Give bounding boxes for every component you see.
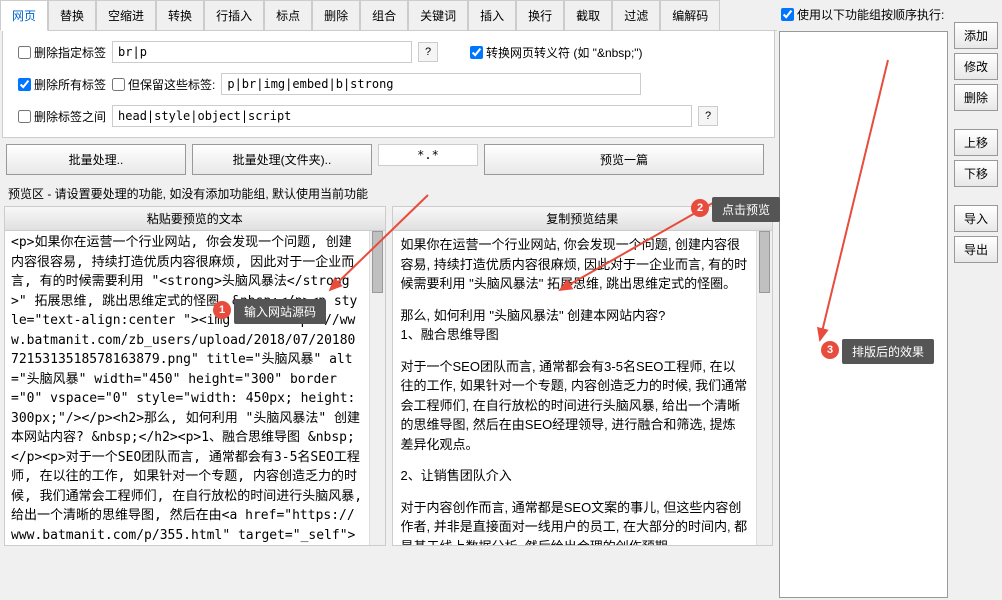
- convert-escape-option[interactable]: 转换网页转义符 (如 "&nbsp;"): [470, 44, 643, 61]
- use-function-groups-checkbox[interactable]: [781, 8, 794, 21]
- preview-one-button[interactable]: 预览一篇: [484, 144, 764, 175]
- function-group-listbox[interactable]: [779, 31, 948, 598]
- tab-line-insert[interactable]: 行插入: [204, 0, 264, 30]
- tab-encode[interactable]: 编解码: [660, 0, 720, 30]
- batch-process-button[interactable]: 批量处理..: [6, 144, 186, 175]
- tab-filter[interactable]: 过滤: [612, 0, 660, 30]
- source-pane-header: 粘贴要预览的文本: [5, 207, 385, 231]
- preview-panes: 粘贴要预览的文本 <p>如果你在运营一个行业网站, 你会发现一个问题, 创建内容…: [0, 206, 777, 546]
- keep-tags-option[interactable]: 但保留这些标签:: [112, 76, 215, 93]
- delete-all-tags-option[interactable]: 删除所有标签: [18, 76, 106, 93]
- use-function-groups-option[interactable]: 使用以下功能组按顺序执行:: [777, 0, 950, 29]
- delete-all-tags-label: 删除所有标签: [34, 76, 106, 93]
- add-button[interactable]: 添加: [954, 22, 998, 49]
- delete-specific-tags-option[interactable]: 删除指定标签: [18, 44, 106, 61]
- result-paragraph: 对于一个SEO团队而言, 通常都会有3-5名SEO工程师, 在以往的工作, 如果…: [401, 357, 749, 455]
- delete-specific-tags-input[interactable]: [112, 41, 412, 63]
- file-pattern-input[interactable]: [378, 144, 478, 166]
- delete-between-checkbox[interactable]: [18, 110, 31, 123]
- tab-indent[interactable]: 空缩进: [96, 0, 156, 30]
- tab-convert[interactable]: 转换: [156, 0, 204, 30]
- delete-all-tags-checkbox[interactable]: [18, 78, 31, 91]
- convert-escape-checkbox[interactable]: [470, 46, 483, 59]
- tab-replace[interactable]: 替换: [48, 0, 96, 30]
- source-scrollbar[interactable]: [369, 231, 385, 545]
- source-pane: 粘贴要预览的文本 <p>如果你在运营一个行业网站, 你会发现一个问题, 创建内容…: [4, 206, 386, 546]
- help-button-2[interactable]: ?: [698, 106, 718, 126]
- batch-process-folder-button[interactable]: 批量处理(文件夹)..: [192, 144, 372, 175]
- result-paragraph: 2、让销售团队介入: [401, 466, 749, 486]
- keep-tags-label: 但保留这些标签:: [128, 76, 215, 93]
- delete-specific-tags-checkbox[interactable]: [18, 46, 31, 59]
- export-button[interactable]: 导出: [954, 236, 998, 263]
- tab-keywords[interactable]: 关键词: [408, 0, 468, 30]
- result-scrollbar[interactable]: [756, 231, 772, 545]
- tab-delete[interactable]: 删除: [312, 0, 360, 30]
- action-row: 批量处理.. 批量处理(文件夹).. 预览一篇: [0, 142, 777, 181]
- modify-button[interactable]: 修改: [954, 53, 998, 80]
- delete-between-label: 删除标签之间: [34, 108, 106, 125]
- source-textarea[interactable]: <p>如果你在运营一个行业网站, 你会发现一个问题, 创建内容很容易, 持续打造…: [5, 231, 369, 545]
- tab-wrap[interactable]: 换行: [516, 0, 564, 30]
- tab-punct[interactable]: 标点: [264, 0, 312, 30]
- tab-webpage[interactable]: 网页: [0, 0, 48, 31]
- use-function-groups-label: 使用以下功能组按顺序执行:: [797, 6, 944, 23]
- result-textarea[interactable]: 如果你在运营一个行业网站, 你会发现一个问题, 创建内容很容易, 持续打造优质内…: [393, 231, 757, 545]
- delete-button[interactable]: 删除: [954, 84, 998, 111]
- result-paragraph: 对于内容创作而言, 通常都是SEO文案的事儿, 但这些内容创作者, 并非是直接面…: [401, 498, 749, 546]
- move-down-button[interactable]: 下移: [954, 160, 998, 187]
- tab-insert[interactable]: 插入: [468, 0, 516, 30]
- keep-tags-checkbox[interactable]: [112, 78, 125, 91]
- result-paragraph: 如果你在运营一个行业网站, 你会发现一个问题, 创建内容很容易, 持续打造优质内…: [401, 235, 749, 294]
- move-up-button[interactable]: 上移: [954, 129, 998, 156]
- result-pane: 复制预览结果 如果你在运营一个行业网站, 你会发现一个问题, 创建内容很容易, …: [392, 206, 774, 546]
- options-panel: 删除指定标签 ? 转换网页转义符 (如 "&nbsp;") 删除所有标签 但保留…: [2, 31, 775, 138]
- result-pane-header: 复制预览结果: [393, 207, 773, 231]
- tab-cut[interactable]: 截取: [564, 0, 612, 30]
- right-sidebar: 使用以下功能组按顺序执行: 添加 修改 删除 上移 下移 导入 导出: [777, 0, 1002, 600]
- delete-specific-tags-label: 删除指定标签: [34, 44, 106, 61]
- result-paragraph: 那么, 如何利用 "头脑风暴法" 创建本网站内容?1、融合思维导图: [401, 306, 749, 345]
- tab-combine[interactable]: 组合: [360, 0, 408, 30]
- keep-tags-input[interactable]: [221, 73, 641, 95]
- preview-hint: 预览区 - 请设置要处理的功能, 如没有添加功能组, 默认使用当前功能: [0, 181, 777, 206]
- tabs-bar: 网页 替换 空缩进 转换 行插入 标点 删除 组合 关键词 插入 换行 截取 过…: [0, 0, 777, 31]
- convert-escape-label: 转换网页转义符 (如 "&nbsp;"): [486, 44, 643, 61]
- help-button-1[interactable]: ?: [418, 42, 438, 62]
- delete-between-option[interactable]: 删除标签之间: [18, 108, 106, 125]
- delete-between-input[interactable]: [112, 105, 692, 127]
- import-button[interactable]: 导入: [954, 205, 998, 232]
